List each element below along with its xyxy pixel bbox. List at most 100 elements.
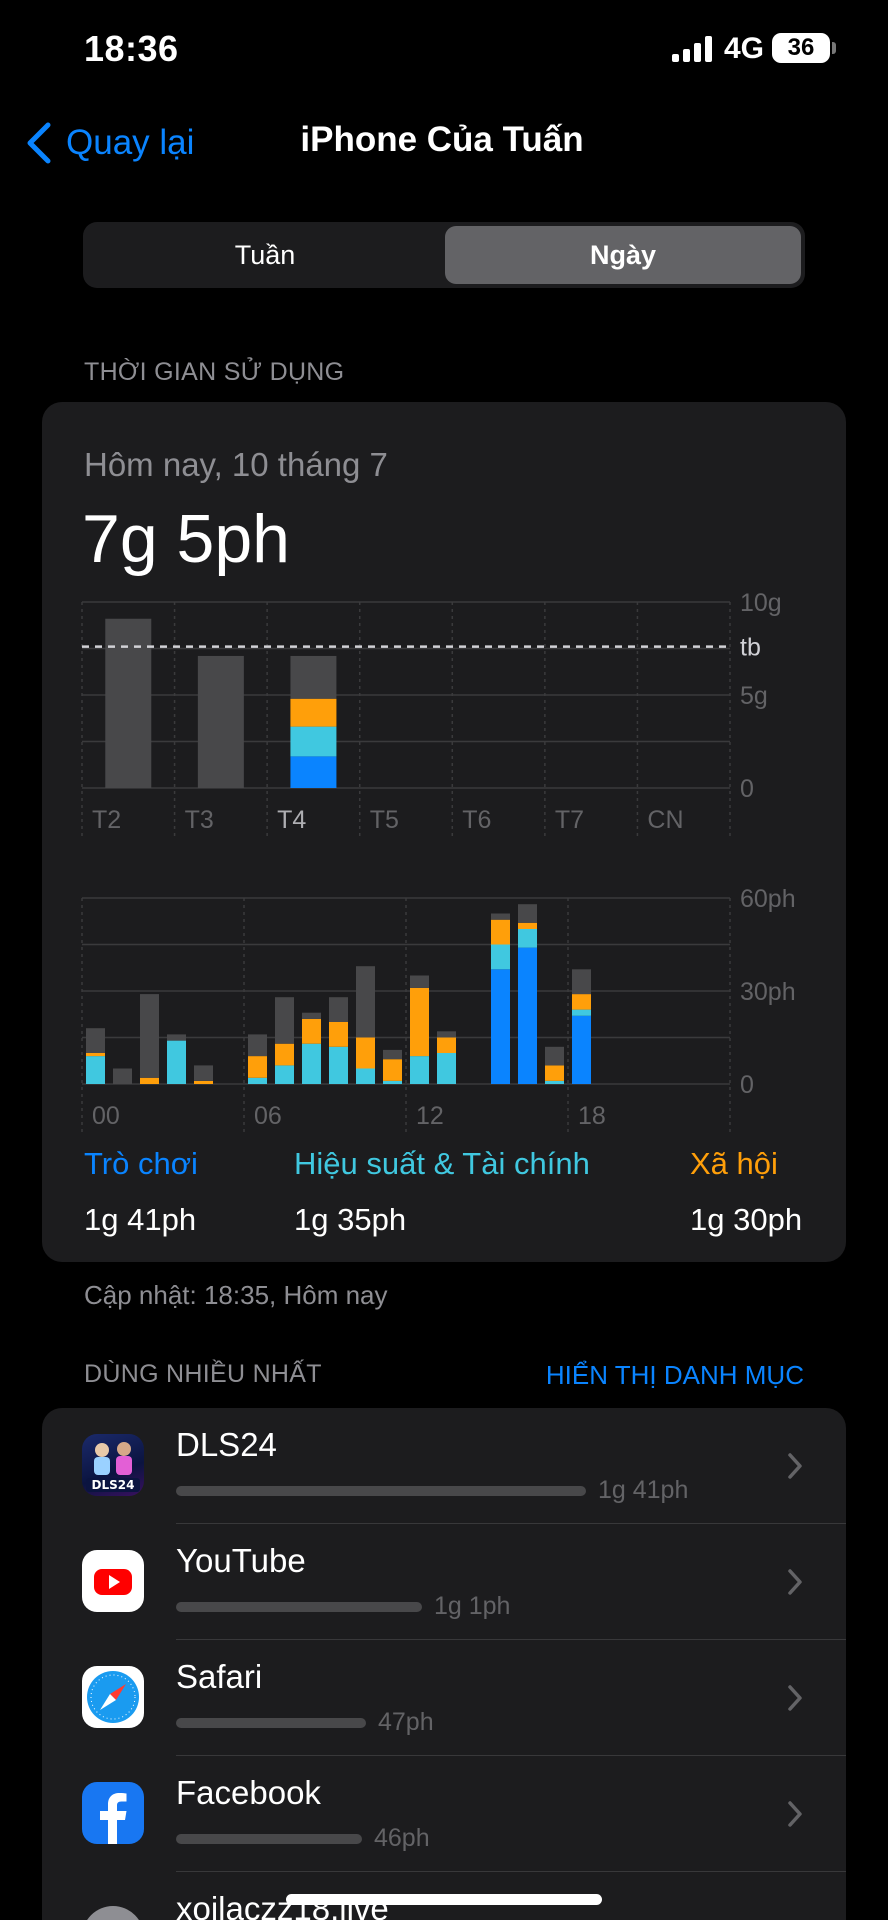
hour-bar-17 [545, 1065, 564, 1081]
week-y-label: 10g [740, 589, 782, 617]
app-row-youtube[interactable]: YouTube 1g 1ph [42, 1524, 846, 1640]
hour-y-label: 60ph [740, 885, 796, 913]
app-row-facebook[interactable]: Facebook 46ph [42, 1756, 846, 1872]
legend-social-name: Xã hội [690, 1146, 778, 1181]
usage-bar [176, 1834, 362, 1844]
hour-bar-2 [140, 994, 159, 1078]
hour-bar-3 [167, 1034, 186, 1041]
hour-y-label: 30ph [740, 978, 796, 1006]
hour-bar-3 [167, 1040, 186, 1084]
hour-bar-16 [518, 922, 537, 929]
week-tick-label: CN [647, 806, 683, 834]
hour-bar-10 [356, 1068, 375, 1084]
facebook-app-icon [82, 1782, 144, 1844]
app-time: 47ph [378, 1708, 434, 1736]
hour-bar-10 [356, 966, 375, 1038]
youtube-app-icon [82, 1550, 144, 1612]
hour-bar-15 [491, 919, 510, 945]
week-bar-T4 [290, 698, 337, 727]
most-used-list: DLS24 DLS24 1g 41ph YouTube 1g 1ph Safar… [42, 1408, 846, 1920]
usage-bar [176, 1486, 586, 1496]
hour-bar-4 [194, 1080, 213, 1084]
battery-icon: 36 [772, 33, 830, 63]
week-y-label: 5g [740, 682, 768, 710]
hour-bar-8 [302, 1012, 321, 1019]
app-name: DLS24 [176, 1426, 277, 1463]
week-tick-label: T6 [462, 806, 491, 834]
battery-tip [832, 42, 836, 54]
most-used-label: DÙNG NHIỀU NHẤT [84, 1360, 322, 1388]
week-y-label: 0 [740, 775, 754, 803]
hour-bar-11 [383, 1049, 402, 1060]
usage-bar [176, 1718, 366, 1728]
legend-productivity: Hiệu suất & Tài chính 1g 35ph [294, 1146, 590, 1238]
safari-app-icon [82, 1666, 144, 1728]
hour-bar-0 [86, 1053, 105, 1057]
hour-bar-13 [437, 1053, 456, 1084]
app-name: Safari [176, 1658, 263, 1695]
week-tick-label: T7 [555, 806, 584, 834]
screen-time-page: 18:36 4G 36 Quay lại iPhone Của Tuấn Tuầ… [0, 0, 888, 1920]
hour-bar-13 [437, 1031, 456, 1038]
cellular-signal-icon [672, 36, 714, 62]
legend-games-name: Trò chơi [84, 1146, 198, 1181]
hour-tick-label: 18 [578, 1102, 606, 1130]
hour-bar-17 [545, 1046, 564, 1066]
hour-bar-16 [518, 947, 537, 1084]
week-bar-T4 [290, 756, 337, 788]
hour-bar-15 [491, 969, 510, 1084]
hour-bar-18 [572, 1009, 591, 1016]
hour-bar-2 [140, 1077, 159, 1084]
show-categories-button[interactable]: HIỂN THỊ DANH MỤC [546, 1360, 804, 1391]
network-type: 4G [724, 32, 765, 65]
segment-week[interactable]: Tuần [87, 226, 443, 284]
usage-section-label: THỜI GIAN SỬ DỤNG [84, 358, 345, 386]
week-bar-T4 [290, 655, 337, 699]
legend-social: Xã hội 1g 30ph [690, 1146, 802, 1238]
hour-bar-12 [410, 975, 429, 988]
app-row-safari[interactable]: Safari 47ph [42, 1640, 846, 1756]
hour-bar-7 [275, 997, 294, 1044]
dls24-app-icon: DLS24 [82, 1434, 144, 1496]
app-time: 46ph [374, 1824, 430, 1852]
legend-productivity-value: 1g 35ph [294, 1202, 407, 1237]
hour-bar-18 [572, 994, 591, 1010]
website-icon [82, 1906, 144, 1920]
hour-bar-18 [572, 1015, 591, 1084]
legend-social-value: 1g 30ph [690, 1202, 803, 1237]
hour-bar-1 [113, 1068, 132, 1084]
chevron-right-icon [788, 1801, 802, 1827]
hour-bar-16 [518, 904, 537, 923]
legend-games: Trò chơi 1g 41ph [84, 1146, 198, 1238]
hour-tick-label: 12 [416, 1102, 444, 1130]
app-time: 1g 41ph [598, 1476, 689, 1504]
hour-bar-7 [275, 1065, 294, 1084]
week-tick-label: T5 [370, 806, 399, 834]
hour-bar-7 [275, 1043, 294, 1066]
app-name: YouTube [176, 1542, 306, 1579]
period-segmented-control: Tuần Ngày [83, 222, 805, 288]
hour-bar-6 [248, 1034, 267, 1057]
legend-productivity-name: Hiệu suất & Tài chính [294, 1146, 590, 1181]
segment-day[interactable]: Ngày [445, 226, 801, 284]
app-row-dls24[interactable]: DLS24 DLS24 1g 41ph [42, 1408, 846, 1524]
hour-bar-6 [248, 1056, 267, 1078]
app-name: Facebook [176, 1774, 321, 1811]
hour-bar-0 [86, 1056, 105, 1084]
week-bar-T2 [105, 618, 152, 788]
svg-text:DLS24: DLS24 [92, 1478, 135, 1492]
status-bar: 18:36 4G 36 [0, 0, 888, 100]
hour-bar-12 [410, 987, 429, 1057]
hour-bar-17 [545, 1080, 564, 1084]
hour-bar-9 [329, 997, 348, 1022]
hour-y-label: 0 [740, 1071, 754, 1099]
page-title-text: iPhone Của Tuấn [300, 120, 584, 159]
week-tick-label: T4 [277, 806, 306, 834]
hour-bar-15 [491, 944, 510, 970]
status-time: 18:36 [84, 28, 179, 69]
hour-bar-10 [356, 1037, 375, 1069]
legend-games-value: 1g 41ph [84, 1202, 197, 1237]
usage-charts: T2 T3 T4 T5 T6 T7 CN10gtb5g000 06 12 1860ph30ph0 [81, 589, 796, 1134]
page-title: iPhone Của Tuấn [0, 120, 888, 160]
hour-bar-4 [194, 1065, 213, 1081]
